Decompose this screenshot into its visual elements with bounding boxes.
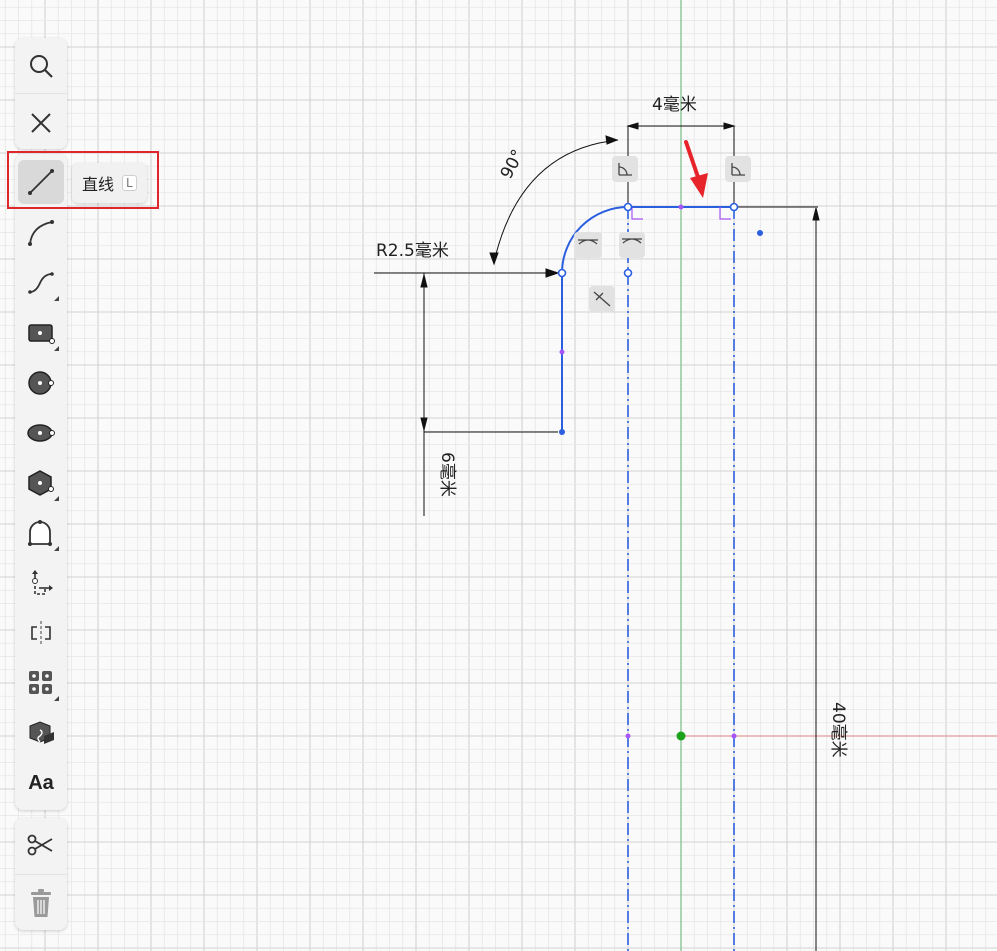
transform-icon	[32, 570, 53, 595]
right-angle-marker-left	[631, 207, 643, 220]
dimension-radius-label[interactable]: R2.5毫米	[376, 241, 449, 261]
dimension-right-height[interactable]	[738, 206, 820, 951]
slot-icon	[28, 520, 52, 546]
midpoint[interactable]	[731, 733, 737, 739]
spline-tool-button[interactable]	[15, 258, 67, 308]
spline-icon	[28, 272, 54, 294]
polygon-tool-button[interactable]	[15, 458, 67, 508]
toolbar-top-group	[15, 38, 67, 149]
delete-tool-button[interactable]	[15, 879, 67, 929]
sketch-point[interactable]	[623, 268, 633, 278]
pattern-tool-button[interactable]	[15, 658, 67, 708]
close-icon	[31, 113, 51, 133]
sketch-point[interactable]	[757, 230, 763, 236]
text-tool-label: Aa	[28, 771, 54, 794]
toolbar-edit-group	[15, 818, 67, 930]
search-icon	[30, 55, 53, 78]
rectangle-tool-button[interactable]	[15, 308, 67, 358]
circle-tool-button[interactable]	[15, 358, 67, 408]
search-button[interactable]	[15, 41, 67, 91]
toolbar-sketch-tools: Aa	[15, 154, 67, 810]
mirror-tool-button[interactable]	[15, 608, 67, 658]
highlight-box	[7, 151, 159, 209]
mirror-icon	[31, 621, 51, 645]
pattern-icon	[29, 671, 52, 694]
origin-point[interactable]	[676, 731, 686, 741]
sketch-point[interactable]	[623, 202, 633, 212]
polygon-icon	[28, 470, 54, 496]
dimension-angle-label[interactable]: 90°	[497, 146, 529, 182]
project-icon	[29, 721, 54, 744]
dimension-top-width-label[interactable]: 4毫米	[652, 95, 697, 115]
arc-tool-button[interactable]	[15, 208, 67, 258]
point-tool-button[interactable]	[15, 558, 67, 608]
ellipse-icon	[27, 424, 55, 442]
midpoint[interactable]	[678, 204, 684, 210]
dimension-right-height-label[interactable]: 40毫米	[828, 702, 848, 758]
dimension-left-height-label[interactable]: 6毫米	[437, 452, 457, 497]
text-tool-button[interactable]: Aa	[15, 758, 67, 808]
dimension-radius[interactable]	[374, 268, 560, 278]
circle-icon	[28, 371, 54, 395]
trash-icon	[31, 889, 51, 917]
sketch-canvas[interactable]: 4毫米 40毫米 R2.5毫米 90° 6毫米	[0, 0, 997, 951]
midpoint[interactable]	[625, 733, 631, 739]
annotation-arrow	[684, 140, 708, 198]
project-tool-button[interactable]	[15, 708, 67, 758]
scissors-icon	[27, 834, 53, 856]
trim-tool-button[interactable]	[15, 820, 67, 870]
midpoint[interactable]	[559, 349, 565, 355]
sketch-point[interactable]	[559, 429, 565, 435]
arc-icon	[28, 220, 54, 246]
sketch-point[interactable]	[557, 268, 567, 278]
perpendicular-badge-left[interactable]	[612, 156, 638, 182]
perpendicular-badge-right[interactable]	[725, 156, 751, 182]
close-button[interactable]	[15, 98, 67, 148]
coincident-badge[interactable]	[589, 286, 615, 312]
rectangle-icon	[28, 324, 55, 344]
tangent-badge-1[interactable]	[574, 232, 602, 258]
slot-tool-button[interactable]	[15, 508, 67, 558]
tangent-badge-2[interactable]	[619, 232, 645, 258]
ellipse-tool-button[interactable]	[15, 408, 67, 458]
right-angle-marker-right	[719, 207, 731, 220]
sketch-point[interactable]	[729, 202, 739, 212]
